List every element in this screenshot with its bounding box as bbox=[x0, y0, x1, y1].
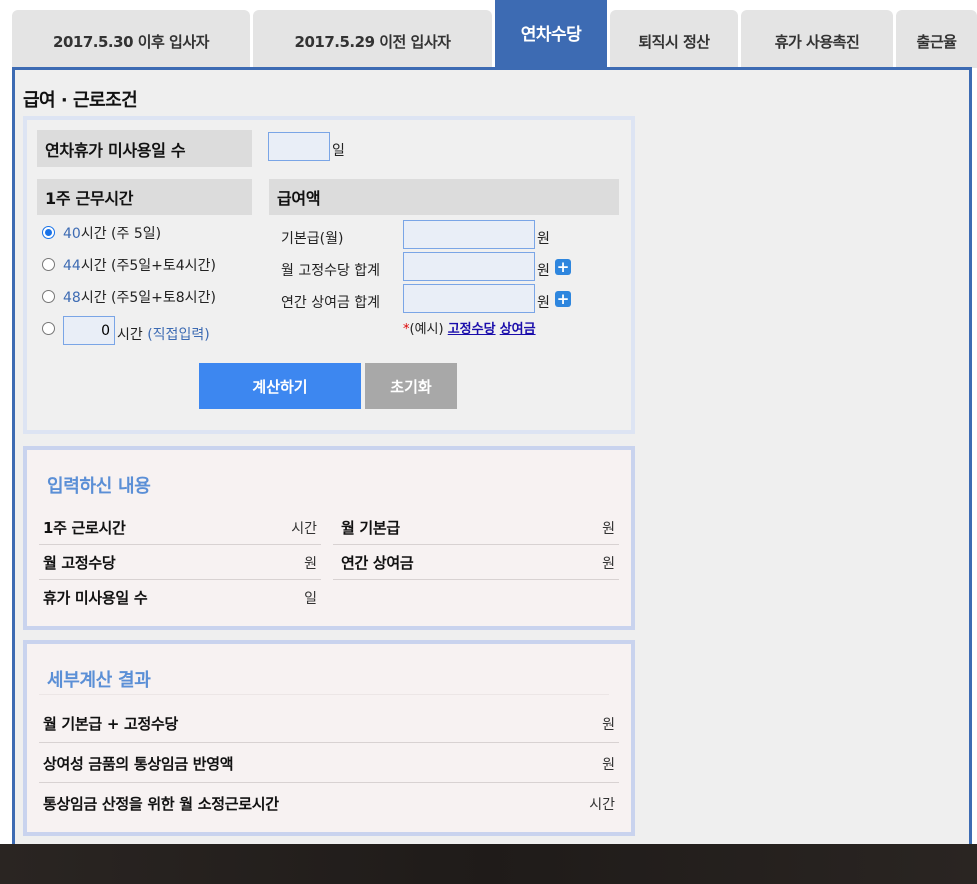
bonus-unit: 원 bbox=[537, 295, 550, 311]
summary-bonus-label: 연간 상여금 bbox=[341, 554, 414, 572]
fixed-allowance-label: 월 고정수당 합계 bbox=[281, 263, 381, 279]
summary-fixed-allowance-label: 월 고정수당 bbox=[43, 554, 116, 572]
content-frame: 급여 · 근로조건 연차휴가 미사용일 수 일 1주 근무시간 급여액 40시간… bbox=[12, 67, 972, 857]
tab-attendance-rate[interactable]: 출근율 bbox=[896, 10, 977, 68]
summary-bonus-unit: 원 bbox=[602, 556, 615, 572]
result-row2-unit: 원 bbox=[602, 757, 615, 773]
divider bbox=[39, 544, 321, 545]
hours-48-label: 48시간 (주5일+토8시간) bbox=[63, 290, 216, 306]
unused-leave-unit: 일 bbox=[332, 143, 345, 159]
result-row3-label: 통상임금 산정을 위한 월 소정근로시간 bbox=[43, 795, 279, 813]
hours-44-label: 44시간 (주5일+토4시간) bbox=[63, 258, 216, 274]
summary-unused-leave-unit: 일 bbox=[304, 591, 317, 607]
divider bbox=[333, 544, 619, 545]
result-panel: 세부계산 결과 월 기본급 + 고정수당 원 상여성 금품의 통상임금 반영액 … bbox=[23, 640, 635, 836]
summary-title: 입력하신 내용 bbox=[47, 476, 151, 497]
divider bbox=[39, 782, 619, 783]
result-title: 세부계산 결과 bbox=[47, 670, 151, 691]
base-pay-unit: 원 bbox=[537, 231, 550, 247]
hours-48-radio[interactable] bbox=[42, 290, 55, 303]
calculate-button[interactable]: 계산하기 bbox=[199, 363, 361, 409]
summary-panel: 입력하신 내용 1주 근로시간 시간 월 기본급 원 월 고정수당 원 연간 상… bbox=[23, 446, 635, 630]
tab-leave-promotion[interactable]: 휴가 사용촉진 bbox=[741, 10, 893, 68]
salary-label: 급여액 bbox=[269, 179, 619, 215]
summary-weekly-hours-label: 1주 근로시간 bbox=[43, 519, 126, 537]
summary-weekly-hours-unit: 시간 bbox=[291, 521, 317, 537]
fixed-allowance-input[interactable] bbox=[403, 252, 535, 281]
result-row2-label: 상여성 금품의 통상임금 반영액 bbox=[43, 755, 234, 773]
summary-fixed-allowance-unit: 원 bbox=[304, 556, 317, 572]
add-bonus-icon[interactable]: + bbox=[555, 291, 571, 307]
weekly-hours-label: 1주 근무시간 bbox=[37, 179, 252, 215]
base-pay-input[interactable] bbox=[403, 220, 535, 249]
hours-40-label: 40시간 (주 5일) bbox=[63, 226, 162, 242]
tab-retirement-settlement[interactable]: 퇴직시 정산 bbox=[610, 10, 738, 68]
divider bbox=[39, 579, 321, 580]
custom-hours-label: 시간 (직접입력) bbox=[117, 327, 210, 343]
base-pay-label: 기본급(월) bbox=[281, 231, 344, 247]
divider bbox=[333, 579, 619, 580]
tab-after-2017-5-30[interactable]: 2017.5.30 이후 입사자 bbox=[12, 10, 250, 68]
tab-before-2017-5-29[interactable]: 2017.5.29 이전 입사자 bbox=[253, 10, 492, 68]
bottom-bar bbox=[0, 844, 977, 884]
tab-annual-leave-pay[interactable]: 연차수당 bbox=[495, 0, 607, 68]
reset-button[interactable]: 초기화 bbox=[365, 363, 457, 409]
add-fixed-allowance-icon[interactable]: + bbox=[555, 259, 571, 275]
result-row1-unit: 원 bbox=[602, 717, 615, 733]
fixed-allowance-unit: 원 bbox=[537, 263, 550, 279]
result-row3-unit: 시간 bbox=[589, 797, 615, 813]
input-panel: 연차휴가 미사용일 수 일 1주 근무시간 급여액 40시간 (주 5일) 44… bbox=[23, 116, 635, 434]
summary-base-pay-label: 월 기본급 bbox=[341, 519, 400, 537]
bonus-label: 연간 상여금 합계 bbox=[281, 295, 381, 311]
divider bbox=[39, 694, 609, 695]
summary-base-pay-unit: 원 bbox=[602, 521, 615, 537]
unused-leave-label: 연차휴가 미사용일 수 bbox=[37, 130, 252, 167]
hours-custom-radio[interactable] bbox=[42, 322, 55, 335]
summary-unused-leave-label: 휴가 미사용일 수 bbox=[43, 589, 148, 607]
unused-leave-input[interactable] bbox=[268, 132, 330, 161]
custom-hours-input[interactable] bbox=[63, 316, 115, 345]
divider bbox=[39, 742, 619, 743]
example-note: *(예시) 고정수당 상여금 bbox=[403, 322, 536, 337]
section-title: 급여 · 근로조건 bbox=[23, 90, 138, 111]
result-row1-label: 월 기본급 + 고정수당 bbox=[43, 715, 179, 733]
tab-bar: 2017.5.30 이후 입사자 2017.5.29 이전 입사자 연차수당 퇴… bbox=[0, 0, 977, 68]
example-bonus-link[interactable]: 상여금 bbox=[500, 322, 536, 337]
bonus-input[interactable] bbox=[403, 284, 535, 313]
example-fixed-allowance-link[interactable]: 고정수당 bbox=[448, 322, 496, 337]
hours-44-radio[interactable] bbox=[42, 258, 55, 271]
hours-40-radio[interactable] bbox=[42, 226, 55, 239]
